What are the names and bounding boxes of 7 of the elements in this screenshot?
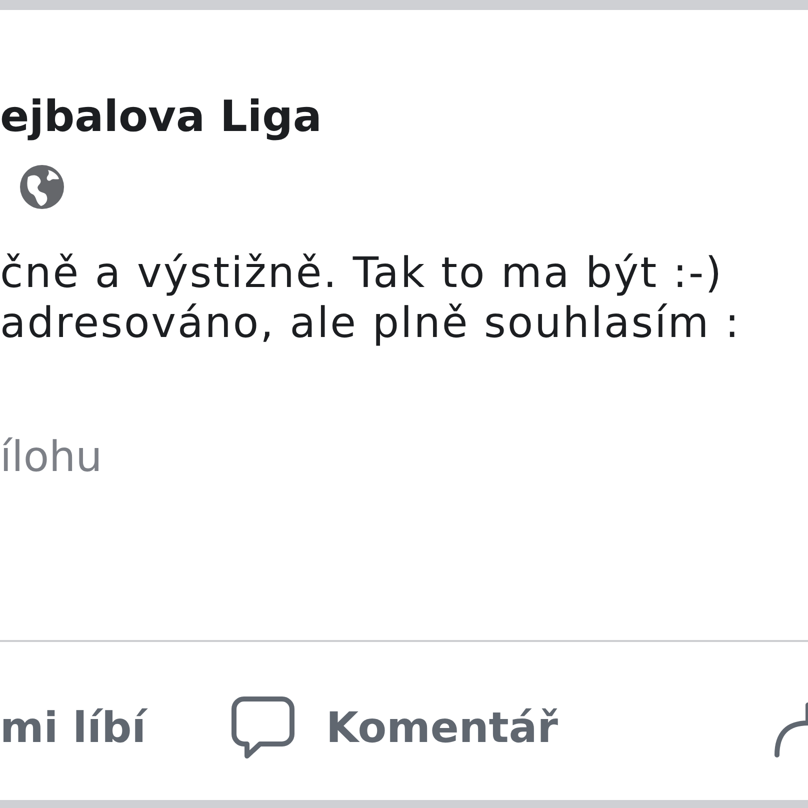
attachment-link[interactable]: ílohu xyxy=(0,433,808,482)
like-button[interactable]: mi líbí xyxy=(0,696,230,760)
post-text: čně a výstižně. Tak to ma být :-) xyxy=(0,248,724,298)
comment-button[interactable]: Komentář xyxy=(230,694,558,761)
post-text: adresováno, ale plně souhlasím : xyxy=(0,298,742,348)
author-name[interactable]: ejbalova Liga xyxy=(0,94,808,142)
speech-bubble-icon xyxy=(230,694,296,761)
